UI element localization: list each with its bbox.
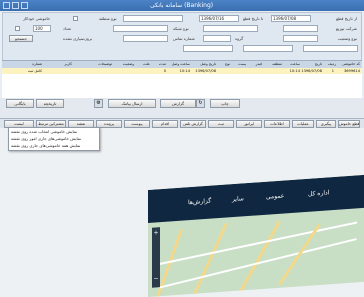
- network-select[interactable]: [113, 25, 168, 32]
- map-road: [191, 222, 228, 297]
- feeder-select[interactable]: [203, 25, 258, 32]
- user-icon[interactable]: ⚙: [94, 99, 103, 108]
- map-nav-item[interactable]: سایر: [232, 195, 244, 203]
- to-date-label: تا تاریخ قطع: [243, 16, 264, 21]
- table-body: [2, 80, 362, 99]
- maximize-button[interactable]: [12, 2, 19, 9]
- region-label: نوع منطقه: [99, 16, 117, 21]
- action-toolbar: بایگانی تاریخچه ⚙ ارسال پیامک گزارش چاپ …: [0, 98, 364, 118]
- extra-field-3[interactable]: [183, 45, 233, 52]
- zoom-in-icon[interactable]: +: [152, 229, 160, 238]
- tab-action[interactable]: اقدام: [152, 120, 178, 128]
- extra-field-2[interactable]: [243, 45, 293, 52]
- tab-phone-report[interactable]: گزارش تلفن: [180, 120, 206, 128]
- tel-label: شماره تماس: [173, 36, 195, 41]
- map-nav-item[interactable]: عمومی: [266, 192, 284, 200]
- menu-item-show-current-affairs[interactable]: نمایش خاموشی‌های جاری امور روی نقشه: [11, 136, 81, 142]
- tab-followup[interactable]: پیگیری: [316, 120, 336, 128]
- col-header[interactable]: ردیف: [328, 61, 336, 68]
- extra-field-1[interactable]: [303, 45, 358, 52]
- post-label: نوع شبکه: [173, 26, 189, 31]
- map-view[interactable]: اداره کل عمومی سایر گزارش‌ها + −: [148, 174, 364, 297]
- district-label: شرکت توزیع: [335, 26, 357, 31]
- zoom-out-icon[interactable]: −: [152, 275, 160, 284]
- auto-outage-checkbox[interactable]: [73, 16, 78, 21]
- auto-outage-label: خاموشی خودکار: [23, 16, 51, 21]
- map-road: [159, 238, 357, 289]
- status-label: نوع وضعیت: [337, 36, 357, 41]
- search-button[interactable]: جستجو: [9, 35, 33, 42]
- to-date-field[interactable]: 1396/07/16: [199, 15, 239, 22]
- col-header[interactable]: کاربر: [64, 61, 72, 68]
- title-bar: سامانه بانکی (Banking): [0, 0, 364, 11]
- value-label: برون‌سپاری نشده: [63, 36, 93, 41]
- from-date-label: از تاریخ قطع: [336, 16, 357, 21]
- close-button[interactable]: [3, 2, 10, 9]
- count-field[interactable]: 100: [33, 25, 51, 32]
- col-header[interactable]: ساعت وصل: [172, 61, 190, 68]
- status-select[interactable]: [283, 35, 318, 42]
- col-header[interactable]: تاریخ: [315, 61, 322, 68]
- archive-button[interactable]: بایگانی: [6, 99, 34, 108]
- send-sms-button[interactable]: ارسال پیامک: [108, 99, 156, 108]
- map-zoom-control[interactable]: + −: [152, 227, 160, 288]
- from-date-field[interactable]: 1396/07/08: [271, 15, 311, 22]
- tab-register[interactable]: ثبت: [208, 120, 234, 128]
- refresh-icon[interactable]: ↻: [196, 99, 205, 108]
- col-header[interactable]: شماره: [32, 61, 42, 68]
- col-header[interactable]: وضعیت: [123, 61, 134, 68]
- report-button[interactable]: گزارش: [160, 99, 196, 108]
- tab-outage[interactable]: قطع خاموش: [338, 120, 360, 128]
- tel-field[interactable]: [123, 35, 168, 42]
- col-header[interactable]: کد خاموشی: [342, 61, 360, 68]
- col-header[interactable]: ساعت: [290, 61, 300, 68]
- menu-item-show-all-current[interactable]: نمایش همه خاموشی‌های جاری روی نقشه: [11, 143, 80, 149]
- tab-operator[interactable]: اپراتور: [236, 120, 262, 128]
- col-header[interactable]: توضیحات: [98, 61, 112, 68]
- map-nav-item[interactable]: گزارش‌ها: [188, 198, 211, 207]
- tab-info[interactable]: اطلاعات: [264, 120, 290, 128]
- print-button[interactable]: چاپ: [210, 99, 240, 108]
- col-header[interactable]: علت: [143, 61, 150, 68]
- menu-item-show-selected[interactable]: نمایش خاموشی انتخاب شده روی نقشه: [11, 129, 77, 135]
- map-nav-item[interactable]: اداره کل: [308, 189, 329, 197]
- col-header[interactable]: نوع: [225, 61, 230, 68]
- context-menu: نمایش خاموشی انتخاب شده روی نقشه نمایش خ…: [8, 127, 100, 151]
- col-header[interactable]: تاریخ وصل: [200, 61, 216, 68]
- col-header[interactable]: مدت: [159, 61, 166, 68]
- history-button[interactable]: تاریخچه: [36, 99, 64, 108]
- table-header: کد خاموشی ردیف تاریخ ساعت منطقه فیدر پست…: [2, 60, 362, 68]
- app-window: سامانه بانکی (Banking) از تاریخ قطع 1396…: [0, 0, 364, 297]
- group-label: گروه: [235, 36, 244, 41]
- count-checkbox[interactable]: [15, 26, 20, 31]
- col-header[interactable]: منطقه: [272, 61, 282, 68]
- tab-attach[interactable]: پیوست: [124, 120, 150, 128]
- minimize-button[interactable]: [21, 2, 28, 9]
- group-select[interactable]: [203, 35, 231, 42]
- district-select[interactable]: [283, 25, 318, 32]
- count-label: تعداد: [63, 26, 72, 31]
- col-header[interactable]: پست: [238, 61, 246, 68]
- region-select[interactable]: [123, 15, 183, 22]
- window-title: سامانه بانکی (Banking): [150, 2, 214, 9]
- tab-operations[interactable]: عملیات: [292, 120, 314, 128]
- col-header[interactable]: فیدر: [256, 61, 262, 68]
